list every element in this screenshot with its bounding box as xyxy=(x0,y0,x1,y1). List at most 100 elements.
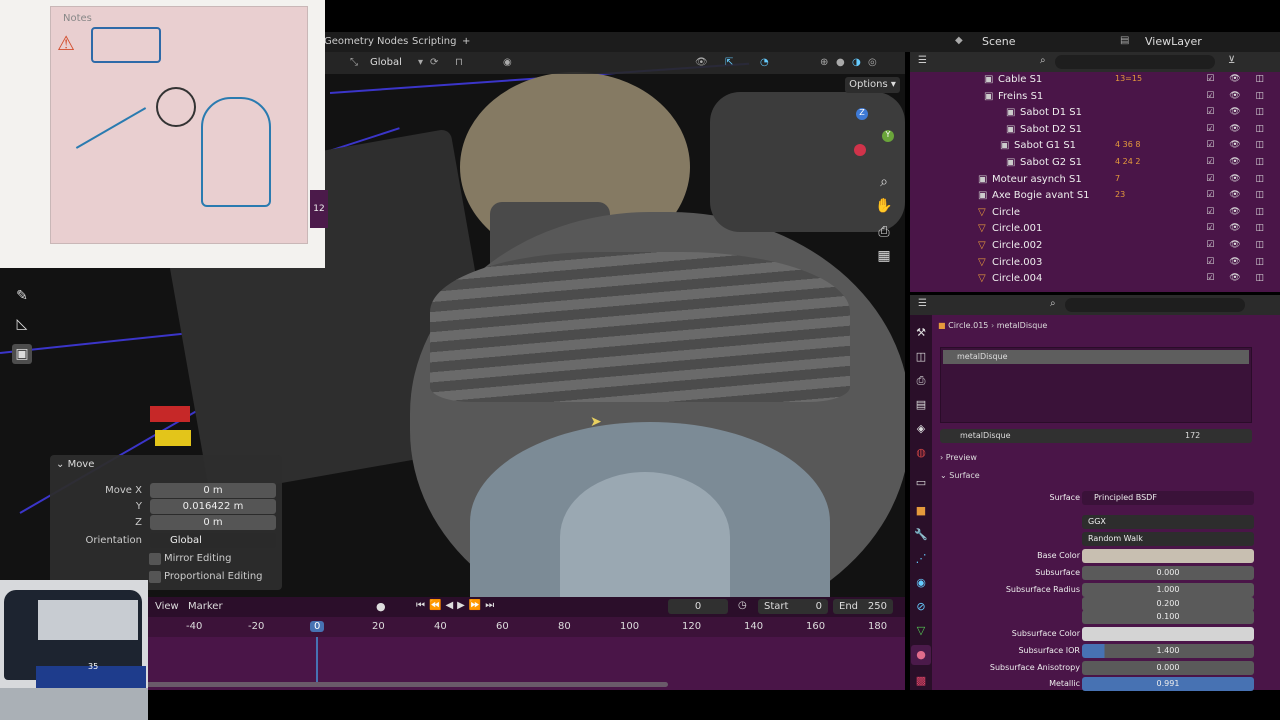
pivot-icon[interactable]: ⟳ xyxy=(430,57,438,68)
outliner-item[interactable]: ▽ Circle.001 ☑ 👁 ◫ xyxy=(910,221,1280,238)
editor-type-icon[interactable]: ☰ xyxy=(918,55,927,66)
property-field[interactable]: Random Walk xyxy=(1082,532,1254,546)
gizmo-icon[interactable]: ⇱ xyxy=(725,57,733,68)
orientation-select[interactable]: Global xyxy=(150,533,276,548)
visibility-toggle-icons[interactable]: ☑ 👁 ◫ xyxy=(1206,140,1270,150)
visibility-toggle-icons[interactable]: ☑ 👁 ◫ xyxy=(1206,174,1270,184)
property-field[interactable]: 0.000 xyxy=(1082,661,1254,675)
visibility-toggle-icons[interactable]: ☑ 👁 ◫ xyxy=(1206,240,1270,250)
output-tab-icon[interactable]: ⎙ xyxy=(911,371,931,391)
outliner-item[interactable]: ▽ Circle.003 ☑ 👁 ◫ xyxy=(910,255,1280,272)
property-field[interactable]: Principled BSDF xyxy=(1082,491,1254,505)
shading-solid-icon[interactable]: ● xyxy=(836,57,845,68)
tab-scripting[interactable]: Scripting xyxy=(412,36,456,47)
scene-name[interactable]: Scene xyxy=(982,35,1016,48)
view-layer-tab-icon[interactable]: ▤ xyxy=(911,395,931,415)
modifier-tab-icon[interactable]: 🔧 xyxy=(911,525,931,545)
overlays-icon[interactable]: ◔ xyxy=(760,57,769,68)
current-frame-field[interactable]: 0 xyxy=(668,599,728,614)
outliner-item[interactable]: ▣ Sabot G2 S1 4 24 2 ☑ 👁 ◫ xyxy=(910,155,1280,172)
preview-panel-header[interactable]: › Preview xyxy=(940,453,977,462)
property-field[interactable]: 0.000 xyxy=(1082,566,1254,580)
outliner-item[interactable]: ▣ Sabot D2 S1 ☑ 👁 ◫ xyxy=(910,122,1280,139)
properties-search-input[interactable] xyxy=(1065,298,1245,312)
record-button[interactable]: ● xyxy=(376,600,386,613)
transform-orientation-select[interactable]: Global xyxy=(370,57,402,68)
outliner-item[interactable]: ▣ Sabot G1 S1 4 36 8 ☑ 👁 ◫ xyxy=(910,138,1280,155)
data-tab-icon[interactable]: ▽ xyxy=(911,621,931,641)
visibility-toggle-icons[interactable]: ☑ 👁 ◫ xyxy=(1206,124,1270,134)
grid-icon[interactable]: ▦ xyxy=(874,246,894,266)
property-field[interactable]: 1.400 xyxy=(1082,644,1254,658)
proportional-edit-icon[interactable]: ◉ xyxy=(503,57,512,68)
timeline-scrollbar[interactable] xyxy=(138,682,668,687)
snap-icon[interactable]: ⊓ xyxy=(455,57,463,68)
add-cube-tool-icon[interactable]: ▣ xyxy=(12,344,32,364)
visibility-toggle-icons[interactable]: ☑ 👁 ◫ xyxy=(1206,157,1270,167)
stopwatch-icon[interactable]: ◷ xyxy=(738,600,747,611)
shading-wireframe-icon[interactable]: ⊕ xyxy=(820,57,828,68)
proportional-editing-checkbox[interactable] xyxy=(149,571,161,583)
visibility-toggle-icons[interactable]: ☑ 👁 ◫ xyxy=(1206,257,1270,267)
material-selector[interactable]: metalDisque 172 xyxy=(940,429,1252,443)
gizmo-z-axis[interactable]: Z xyxy=(856,108,868,120)
move-z-field[interactable]: 0 m xyxy=(150,515,276,530)
shading-rendered-icon[interactable]: ◎ xyxy=(868,57,877,68)
world-tab-icon[interactable]: ◍ xyxy=(911,443,931,463)
move-x-field[interactable]: 0 m xyxy=(150,483,276,498)
gizmo-y-axis[interactable]: Y xyxy=(882,130,894,142)
scene-tab-icon[interactable]: ◈ xyxy=(911,419,931,439)
visibility-toggle-icons[interactable]: ☑ 👁 ◫ xyxy=(1206,74,1270,84)
outliner-item[interactable]: ▣ Moteur asynch S1 7 ☑ 👁 ◫ xyxy=(910,172,1280,189)
tool-tab-icon[interactable]: ⚒ xyxy=(911,323,931,343)
user-count[interactable]: 172 xyxy=(1185,429,1200,443)
pan-hand-icon[interactable]: ✋ xyxy=(874,196,894,216)
outliner-item[interactable]: ▽ Circle ☑ 👁 ◫ xyxy=(910,205,1280,222)
property-field[interactable]: 0.991 xyxy=(1082,677,1254,691)
end-frame-field[interactable]: End 250 xyxy=(833,599,893,614)
texture-tab-icon[interactable]: ▩ xyxy=(911,671,931,691)
search-icon[interactable]: ⌕ xyxy=(1050,298,1056,309)
start-frame-field[interactable]: Start 0 xyxy=(758,599,828,614)
constraints-tab-icon[interactable]: ⊘ xyxy=(911,597,931,617)
measure-tool-icon[interactable]: ◺ xyxy=(12,314,32,334)
search-icon[interactable]: ⌕ xyxy=(1040,55,1046,66)
tab-geometry-nodes[interactable]: Geometry Nodes xyxy=(324,36,408,47)
property-field[interactable]: 1.000 xyxy=(1082,583,1254,597)
render-tab-icon[interactable]: ◫ xyxy=(911,347,931,367)
material-slot-item[interactable]: metalDisque xyxy=(943,350,1249,364)
playhead-line[interactable] xyxy=(316,637,318,687)
view-layer-name[interactable]: ViewLayer xyxy=(1145,35,1202,48)
visibility-toggle-icons[interactable]: ☑ 👁 ◫ xyxy=(1206,207,1270,217)
view-menu[interactable]: View xyxy=(155,601,179,612)
particles-tab-icon[interactable]: ⋰ xyxy=(911,549,931,569)
annotate-tool-icon[interactable]: ✎ xyxy=(12,286,32,306)
outliner-item[interactable]: ▽ Circle.002 ☑ 👁 ◫ xyxy=(910,238,1280,255)
editor-type-icon[interactable]: ☰ xyxy=(918,298,927,309)
visibility-toggle-icons[interactable]: ☑ 👁 ◫ xyxy=(1206,190,1270,200)
playback-controls[interactable]: ⏮⏪◀▶⏩⏭ xyxy=(416,600,498,611)
add-workspace-button[interactable]: + xyxy=(462,36,470,47)
visibility-toggle-icons[interactable]: ☑ 👁 ◫ xyxy=(1206,107,1270,117)
physics-tab-icon[interactable]: ◉ xyxy=(911,573,931,593)
outliner-item[interactable]: ▣ Freins S1 ☑ 👁 ◫ xyxy=(910,89,1280,106)
outliner-item[interactable]: ▣ Axe Bogie avant S1 23 ☑ 👁 ◫ xyxy=(910,188,1280,205)
outliner-item[interactable]: ▣ Sabot D1 S1 ☑ 👁 ◫ xyxy=(910,105,1280,122)
move-y-field[interactable]: 0.016422 m xyxy=(150,499,276,514)
gizmo-x-axis[interactable] xyxy=(854,144,866,156)
marker-menu[interactable]: Marker xyxy=(188,601,223,612)
property-field[interactable] xyxy=(1082,627,1254,641)
object-tab-icon[interactable]: ■ xyxy=(911,501,931,521)
material-slot-list[interactable]: metalDisque xyxy=(940,347,1252,423)
outliner-item[interactable]: ▽ Circle.004 ☑ 👁 ◫ xyxy=(910,271,1280,288)
visibility-toggle-icons[interactable]: ☑ 👁 ◫ xyxy=(1206,91,1270,101)
timeline-ruler[interactable]: -40 -20 0 20 40 60 80 100 120 140 160 180 xyxy=(138,617,905,637)
sidebar-tab[interactable]: 12 xyxy=(310,190,328,228)
material-tab-icon[interactable]: ● xyxy=(911,645,931,665)
property-field[interactable]: 0.100 xyxy=(1082,610,1254,624)
visibility-toggle-icons[interactable]: ☑ 👁 ◫ xyxy=(1206,273,1270,283)
visibility-icon[interactable]: 👁 xyxy=(695,57,708,68)
property-field[interactable]: GGX xyxy=(1082,515,1254,529)
surface-panel-header[interactable]: ⌄ Surface xyxy=(940,471,980,480)
collection-tab-icon[interactable]: ▭ xyxy=(911,473,931,493)
